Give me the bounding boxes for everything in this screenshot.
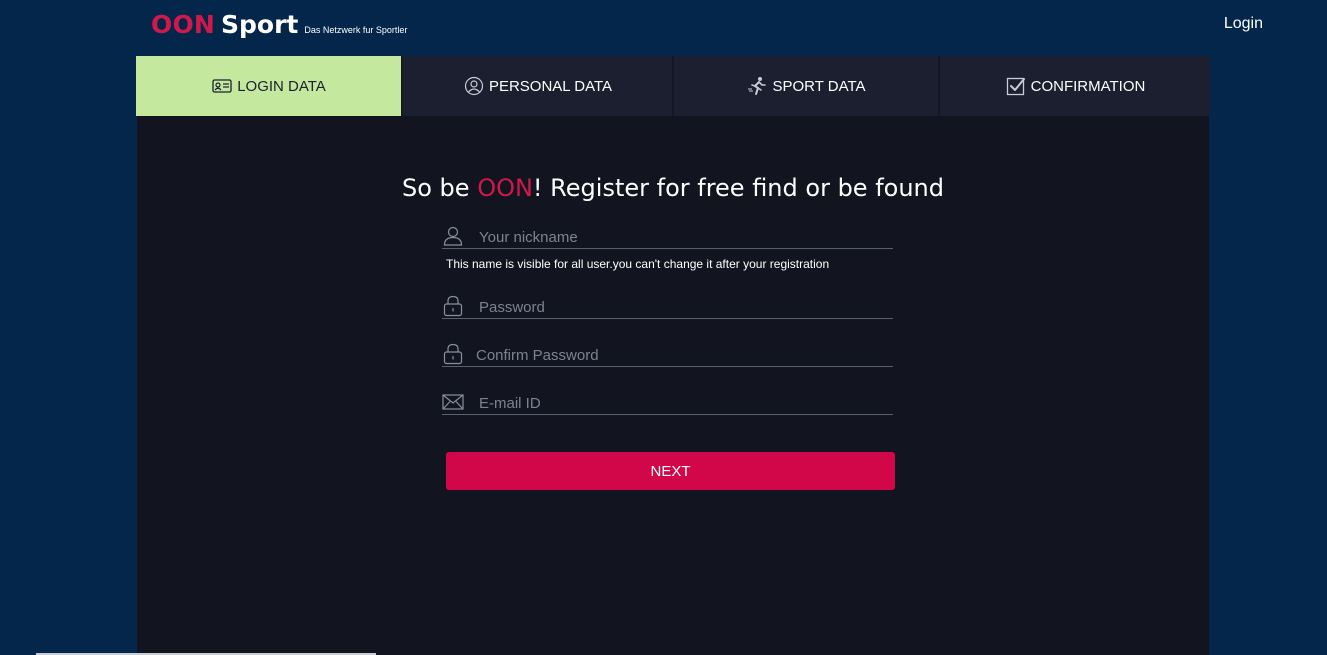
user-circle-icon xyxy=(463,75,485,97)
nickname-input[interactable] xyxy=(479,227,879,247)
checkbox-icon xyxy=(1005,75,1027,97)
heading-suffix: ! Register for free find or be found xyxy=(532,174,944,202)
page-title: So be OON! Register for free find or be … xyxy=(137,174,1209,202)
tab-confirmation-label: CONFIRMATION xyxy=(1030,77,1146,95)
login-link[interactable]: Login xyxy=(1224,15,1263,33)
tab-personal-data-label: PERSONAL DATA xyxy=(488,77,613,95)
id-card-icon xyxy=(211,75,233,97)
logo-oon-text: OON xyxy=(151,10,216,39)
logo-tagline: Das Netzwerk fur Sportler xyxy=(304,25,408,35)
logo[interactable]: OON Sport Das Netzwerk fur Sportler xyxy=(151,10,407,39)
tab-login-data-label: LOGIN DATA xyxy=(237,77,326,95)
registration-steps: LOGIN DATA PERSONAL DATA SPORT DATA CONF… xyxy=(136,56,1210,116)
top-header: OON Sport Das Netzwerk fur Sportler Logi… xyxy=(0,0,1327,56)
confirm-password-field xyxy=(442,337,893,367)
password-field xyxy=(442,289,893,319)
lock-icon xyxy=(442,343,464,365)
user-icon xyxy=(442,225,464,247)
nickname-hint: This name is visible for all user.you ca… xyxy=(446,257,830,271)
runner-icon xyxy=(746,75,768,97)
tab-login-data[interactable]: LOGIN DATA xyxy=(136,56,403,116)
next-button[interactable]: NEXT xyxy=(446,452,895,490)
email-field xyxy=(442,385,893,415)
lock-icon xyxy=(442,295,464,317)
nickname-field xyxy=(442,219,893,249)
logo-sport-text: Sport xyxy=(221,10,299,39)
heading-brand: OON xyxy=(477,174,533,202)
tab-sport-data[interactable]: SPORT DATA xyxy=(674,56,940,116)
tab-sport-data-label: SPORT DATA xyxy=(772,77,866,95)
email-input[interactable] xyxy=(479,393,879,413)
tab-confirmation[interactable]: CONFIRMATION xyxy=(940,56,1210,116)
tab-personal-data[interactable]: PERSONAL DATA xyxy=(403,56,674,116)
confirm-password-input[interactable] xyxy=(476,345,876,365)
password-input[interactable] xyxy=(479,297,879,317)
registration-panel: So be OON! Register for free find or be … xyxy=(137,116,1209,655)
heading-prefix: So be xyxy=(402,174,478,202)
envelope-icon xyxy=(442,391,464,413)
